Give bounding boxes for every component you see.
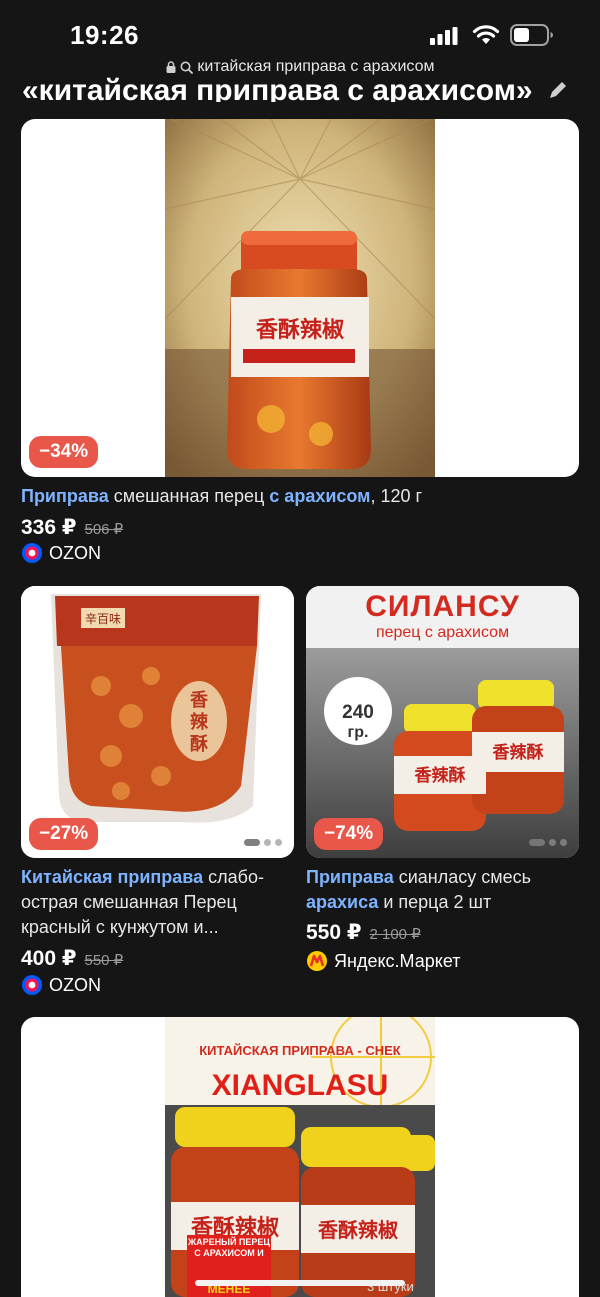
product-price: 550 ₽ [306, 921, 362, 944]
page-title: «китайская приправа с арахисом» [22, 72, 582, 102]
product-title[interactable]: Приправа сианласу смесь арахиса и перца … [306, 865, 581, 915]
product-title-text: смешанная перец [108, 486, 270, 506]
product-title[interactable]: Китайская приправа слабо- острая смешанн… [21, 865, 296, 940]
shop-link[interactable]: Яндекс.Маркет [306, 950, 460, 972]
image-brand-text: СИЛАНСУ [365, 590, 520, 623]
product-old-price: 550 ₽ [84, 952, 124, 969]
product-title-highlight: Приправа [21, 486, 109, 506]
product-title-text: красный с кунжутом и... [21, 917, 219, 937]
image-weight-unit: гр. [347, 724, 369, 741]
discount-badge: −34% [29, 436, 99, 468]
image-brand-text: XIANGLASU [211, 1069, 389, 1102]
product-title-text: и перца 2 шт [378, 892, 492, 912]
product-title-text: , 120 г [370, 486, 423, 506]
discount-badge: −27% [29, 818, 99, 850]
product-price-row: 550 ₽ 2 100 ₽ [306, 920, 421, 945]
svg-text:香辣酥: 香辣酥 [493, 742, 544, 763]
product-card-image[interactable]: 香酥辣椒 −34% [21, 119, 579, 477]
svg-text:辛百味: 辛百味 [85, 612, 121, 626]
image-subtitle-text: перец с арахисом [375, 624, 510, 641]
product-title-highlight: Китайская приправа [21, 867, 204, 887]
product-old-price: 2 100 ₽ [369, 926, 421, 943]
product-card-image[interactable]: 香辣酥 香辣酥 СИЛАНСУ перец с арахисом 240 гр.… [306, 586, 579, 858]
product-photo: 香酥辣椒 香酥辣椒 [165, 1017, 435, 1297]
shop-name: OZON [49, 974, 101, 995]
shop-name: OZON [49, 542, 101, 563]
status-time: 19:26 [70, 20, 139, 50]
shop-name: Яндекс.Маркет [334, 950, 461, 971]
status-bar: 19:26 [0, 0, 600, 60]
edit-pencil-icon[interactable] [547, 79, 569, 101]
svg-text:辣: 辣 [190, 711, 209, 733]
product-title-highlight: Приправа [306, 867, 394, 887]
product-photo: 香酥辣椒 [164, 119, 436, 477]
product-card-image[interactable]: 辛百味 香 辣 酥 −27% [21, 586, 294, 858]
product-old-price: 506 ₽ [84, 521, 124, 538]
product-title-highlight: арахиса [306, 892, 379, 912]
product-title-text: острая смешанная Перец [21, 892, 237, 912]
shop-link[interactable]: OZON [21, 542, 101, 564]
shop-link[interactable]: OZON [21, 974, 101, 996]
product-title-text: слабо- [203, 867, 264, 887]
discount-badge: −74% [314, 818, 384, 850]
image-top-text: КИТАЙСКАЯ ПРИПРАВА - СНЕК [199, 1043, 401, 1058]
page-title-text: «китайская приправа с арахисом» [22, 74, 533, 102]
ozon-logo-icon [22, 543, 42, 563]
svg-text:香酥辣椒: 香酥辣椒 [256, 317, 344, 343]
cellular-signal-icon [430, 27, 458, 45]
svg-text:酥: 酥 [190, 734, 208, 755]
product-title-text: сианласу смесь [393, 867, 532, 887]
image-label-text: ЖАРЕНЫЙ ПЕРЕЦ С АРАХИСОМ И [188, 1237, 270, 1258]
battery-icon [510, 24, 553, 46]
product-card-image[interactable]: 香酥辣椒 香酥辣椒 КИТАЙСКАЯ ПРИПРАВА - СНЕК XIAN… [21, 1017, 579, 1297]
product-price: 400 ₽ [21, 947, 77, 970]
svg-text:香辣酥: 香辣酥 [415, 765, 466, 786]
svg-text:香酥辣椒: 香酥辣椒 [318, 1218, 398, 1242]
product-title[interactable]: Приправа смешанная перец с арахисом, 120… [21, 484, 581, 509]
image-weight-value: 240 [342, 702, 374, 723]
product-price-row: 336 ₽ 506 ₽ [21, 515, 123, 540]
image-pager-dots[interactable] [244, 839, 282, 846]
ozon-logo-icon [22, 975, 42, 995]
home-indicator[interactable] [195, 1280, 405, 1286]
svg-text:香: 香 [189, 690, 209, 711]
product-price: 336 ₽ [21, 516, 77, 539]
wifi-icon [472, 25, 500, 44]
product-title-highlight: с арахисом [269, 486, 371, 506]
yandex-market-logo-icon [307, 951, 327, 971]
product-price-row: 400 ₽ 550 ₽ [21, 946, 123, 971]
image-pager-dots[interactable] [529, 839, 567, 846]
